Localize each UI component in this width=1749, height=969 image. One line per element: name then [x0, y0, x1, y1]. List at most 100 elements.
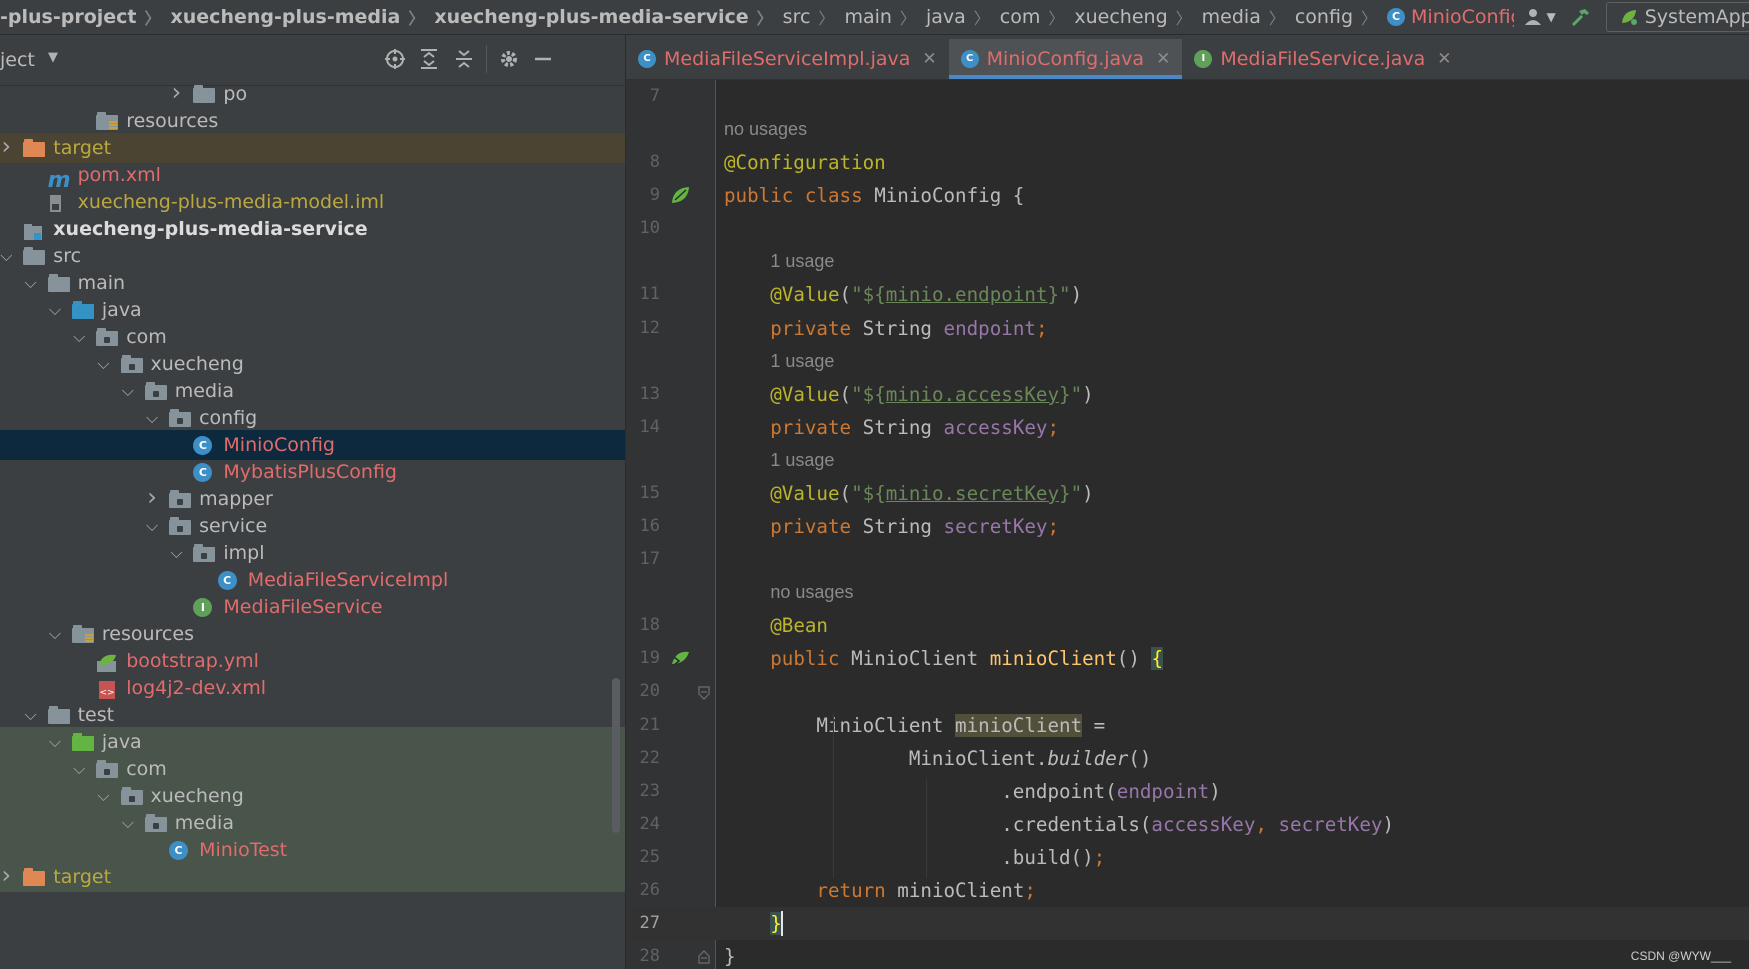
tree-node[interactable]: ⌵ media — [0, 808, 625, 838]
chevron-down-icon[interactable]: ⌵ — [97, 788, 111, 804]
chevron-down-icon[interactable]: ⌵ — [48, 302, 62, 318]
tree-node[interactable]: ⌵ test — [0, 700, 625, 730]
chevron-down-icon[interactable]: ⌵ — [72, 329, 86, 345]
tree-node[interactable]: ⌵ java — [0, 295, 625, 325]
breadcrumb-item[interactable]: -plus-project 〉 — [0, 5, 171, 29]
code-line[interactable]: 14 private String accessKey; — [626, 411, 1749, 444]
tree-node[interactable]: ⌵ java — [0, 727, 625, 757]
chevron-down-icon[interactable]: ⌵ — [24, 275, 38, 291]
close-icon[interactable]: ✕ — [1437, 49, 1451, 69]
breadcrumb-item[interactable]: java 〉 — [926, 5, 1000, 29]
code-area[interactable]: 7 8 @Configuration 9 public class MinioConfi… — [626, 80, 1749, 969]
code-line[interactable]: 9 public class MinioConfig { — [626, 179, 1749, 212]
code-line[interactable]: 7 — [626, 80, 1749, 113]
close-icon[interactable]: ✕ — [922, 49, 936, 69]
code-line[interactable]: 26 return minioClient; — [626, 874, 1749, 907]
chevron-right-icon[interactable]: › — [0, 134, 13, 158]
code-line[interactable]: 25 .build(); — [626, 841, 1749, 874]
tree-node[interactable]: ⌵ com — [0, 754, 625, 784]
code-line[interactable]: 17 — [626, 543, 1749, 576]
chevron-down-icon[interactable]: ⌵ — [48, 734, 62, 750]
editor-tab[interactable]: C MediaFileServiceImpl.java ✕ — [626, 39, 949, 79]
usage-hint[interactable]: 1 usage — [770, 345, 834, 378]
usage-hint[interactable]: 1 usage — [770, 245, 834, 278]
code-line[interactable]: 15 @Value("${minio.secretKey}") — [626, 477, 1749, 510]
tree-node[interactable]: › target — [0, 862, 625, 892]
tree-node[interactable]: m pom.xml — [0, 160, 625, 192]
code-line[interactable]: 13 @Value("${minio.accessKey}") — [626, 378, 1749, 411]
breadcrumb-item[interactable]: xuecheng-plus-media-service 〉 — [434, 5, 782, 29]
tree-node[interactable]: xuecheng-plus-media-service — [0, 214, 625, 244]
project-tree-scrollbar[interactable] — [612, 678, 620, 833]
breadcrumb-item[interactable]: media 〉 — [1202, 5, 1295, 29]
chevron-right-icon[interactable]: › — [145, 485, 159, 509]
tree-node[interactable]: I MediaFileService — [0, 592, 625, 622]
code-line[interactable]: 16 private String secretKey; — [626, 510, 1749, 543]
chevron-down-icon[interactable]: ⌵ — [145, 518, 159, 534]
tree-node[interactable]: xuecheng-plus-media-model.iml — [0, 187, 625, 217]
chevron-right-icon[interactable]: › — [169, 80, 183, 104]
code-line[interactable]: 12 private String endpoint; — [626, 312, 1749, 345]
run-configuration-selector[interactable]: SystemAppl — [1605, 2, 1749, 32]
chevron-right-icon[interactable]: › — [0, 863, 13, 887]
collapse-all-icon[interactable] — [454, 48, 474, 75]
code-line[interactable]: 24 .credentials(accessKey, secretKey) — [626, 808, 1749, 841]
chevron-down-icon[interactable]: ⌵ — [97, 356, 111, 372]
breadcrumb-item[interactable]: xuecheng 〉 — [1074, 5, 1201, 29]
tree-node[interactable]: C MinioTest — [0, 835, 625, 865]
code-line[interactable]: 28} — [626, 940, 1749, 969]
code-line[interactable]: 8 @Configuration — [626, 146, 1749, 179]
tree-node[interactable]: › po — [0, 79, 625, 109]
code-line[interactable]: 22 MinioClient.builder() — [626, 742, 1749, 775]
tree-node[interactable]: ⌵ src — [0, 241, 625, 271]
chevron-down-icon[interactable]: ⌵ — [24, 707, 38, 723]
code-line[interactable]: 11 @Value("${minio.endpoint}") — [626, 278, 1749, 311]
code-line[interactable]: 10 — [626, 212, 1749, 245]
chevron-down-icon[interactable]: ⌵ — [145, 410, 159, 426]
close-icon[interactable]: ✕ — [1156, 49, 1170, 69]
project-view-selector[interactable]: ject — [0, 49, 35, 71]
breadcrumb-item[interactable]: src 〉 — [783, 5, 845, 29]
chevron-down-icon[interactable]: ⌵ — [121, 815, 135, 831]
chevron-down-icon[interactable]: ⌵ — [72, 761, 86, 777]
code-line[interactable]: 18 @Bean — [626, 609, 1749, 642]
expand-all-icon[interactable] — [419, 48, 439, 75]
tree-node[interactable]: bootstrap.yml — [0, 646, 625, 676]
user-menu-button[interactable]: ▼ — [1524, 7, 1556, 27]
code-line[interactable]: 19 public MinioClient minioClient() { — [626, 642, 1749, 675]
editor-tab[interactable]: C MinioConfig.java ✕ — [948, 39, 1183, 79]
tree-node[interactable]: resources — [0, 106, 625, 136]
usage-hint[interactable]: 1 usage — [770, 444, 834, 477]
code-line[interactable]: 20 — [626, 675, 1749, 708]
breadcrumb-item[interactable]: config 〉 — [1295, 5, 1387, 29]
tree-node[interactable]: C MediaFileServiceImpl — [0, 565, 625, 595]
tree-node[interactable]: › mapper — [0, 484, 625, 514]
tree-node[interactable]: <> log4j2-dev.xml — [0, 673, 625, 703]
view-dropdown-icon[interactable]: ▼ — [48, 50, 58, 65]
code-line[interactable]: 27 } — [626, 907, 1749, 940]
breadcrumb-item[interactable]: main 〉 — [844, 5, 926, 29]
editor-tab[interactable]: I MediaFileService.java ✕ — [1182, 39, 1463, 79]
tree-node[interactable]: ⌵ config — [0, 403, 625, 433]
code-line[interactable]: 23 .endpoint(endpoint) — [626, 775, 1749, 808]
chevron-down-icon[interactable]: ⌵ — [48, 626, 62, 642]
tree-node[interactable]: ⌵ service — [0, 511, 625, 541]
tree-node[interactable]: ⌵ media — [0, 376, 625, 406]
chevron-down-icon[interactable]: ⌵ — [0, 248, 13, 264]
tree-node[interactable]: › target — [0, 133, 625, 163]
tree-node[interactable]: ⌵ xuecheng — [0, 349, 625, 379]
hide-panel-icon[interactable] — [533, 48, 553, 75]
tree-node[interactable]: ⌵ resources — [0, 619, 625, 649]
locate-file-icon[interactable] — [384, 48, 406, 75]
code-line[interactable]: 21 MinioClient minioClient = — [626, 709, 1749, 742]
tree-node[interactable]: C MinioConfig — [0, 430, 625, 460]
breadcrumb-item[interactable]: xuecheng-plus-media 〉 — [171, 5, 435, 29]
tree-node[interactable]: C MybatisPlusConfig — [0, 457, 625, 487]
tree-node[interactable]: ⌵ xuecheng — [0, 781, 625, 811]
build-button[interactable] — [1570, 6, 1592, 28]
chevron-down-icon[interactable]: ⌵ — [121, 383, 135, 399]
gear-icon[interactable] — [498, 48, 520, 75]
usage-hint[interactable]: no usages — [724, 113, 807, 146]
usage-hint[interactable]: no usages — [770, 576, 853, 609]
breadcrumb-item[interactable]: com 〉 — [1000, 5, 1075, 29]
